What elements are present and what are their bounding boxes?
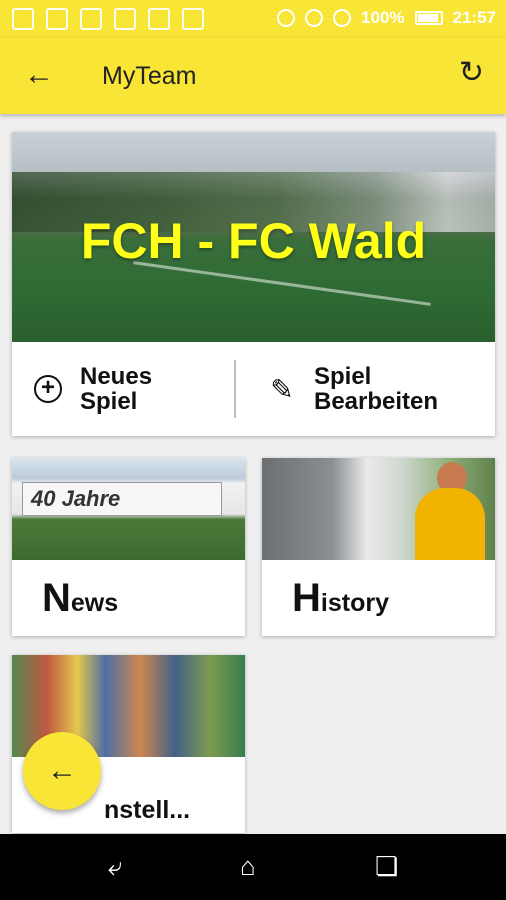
- battery-percent: 100%: [361, 8, 405, 27]
- edit-game-button[interactable]: ✎ Spiel Bearbeiten: [264, 342, 494, 436]
- notification-icon: [114, 8, 136, 30]
- match-card[interactable]: FCH - FC Wald + Neues Spiel ✎ Spiel Bear…: [12, 132, 495, 436]
- refresh-icon[interactable]: ↻: [459, 58, 484, 88]
- add-circle-icon: +: [30, 371, 66, 407]
- history-rest: istory: [320, 589, 389, 617]
- match-hero-image: FCH - FC Wald: [12, 132, 495, 342]
- battery-icon: [414, 11, 443, 25]
- anniversary-banner: 40 Jahre: [22, 482, 222, 516]
- status-bar: 100% 21:57: [0, 0, 506, 38]
- news-initial: N: [42, 576, 71, 620]
- notification-icon: [12, 8, 34, 30]
- clock: 21:57: [452, 8, 496, 27]
- history-tile[interactable]: History: [262, 458, 495, 636]
- vibrate-icon: [277, 9, 296, 27]
- match-title: FCH - FC Wald: [80, 213, 427, 269]
- app-bar: ← MyTeam ↻: [0, 38, 506, 114]
- notification-icons: [12, 8, 204, 30]
- back-icon[interactable]: ⤶: [108, 852, 123, 880]
- signal-icon: [333, 9, 352, 27]
- news-tile[interactable]: 40 Jahre News: [12, 458, 245, 636]
- match-actions: + Neues Spiel ✎ Spiel Bearbeiten: [12, 342, 495, 436]
- pencil-icon: ✎: [270, 373, 294, 405]
- banner-text: 40 Jahre: [31, 486, 121, 511]
- divider: [234, 360, 236, 418]
- news-label: News: [42, 576, 118, 621]
- person-body: [415, 488, 485, 560]
- new-game-label: Neues Spiel: [80, 363, 153, 415]
- new-game-button[interactable]: + Neues Spiel: [30, 342, 240, 436]
- news-rest: ews: [70, 589, 119, 617]
- arrow-back-icon: ←: [47, 754, 77, 787]
- android-icon: [182, 8, 204, 30]
- fab-back-button[interactable]: ←: [23, 732, 101, 810]
- arrow-back-icon[interactable]: ←: [24, 60, 54, 90]
- notification-icon: [46, 8, 68, 30]
- edit-game-label: Spiel Bearbeiten: [314, 363, 439, 415]
- history-label: History: [292, 576, 389, 621]
- recents-icon[interactable]: ❏: [375, 852, 398, 880]
- system-nav-bar: ⤶ ⌂ ❏: [0, 834, 506, 900]
- settings-label: nstell...: [104, 783, 190, 828]
- page-title: MyTeam: [102, 62, 197, 90]
- home-icon[interactable]: ⌂: [240, 852, 256, 880]
- history-initial: H: [292, 576, 321, 620]
- news-image: 40 Jahre: [12, 458, 245, 560]
- usb-icon: [148, 8, 170, 30]
- settings-rest: nstell...: [104, 796, 191, 824]
- wifi-icon: [305, 9, 324, 27]
- history-image: [262, 458, 495, 560]
- notification-icon: [80, 8, 102, 30]
